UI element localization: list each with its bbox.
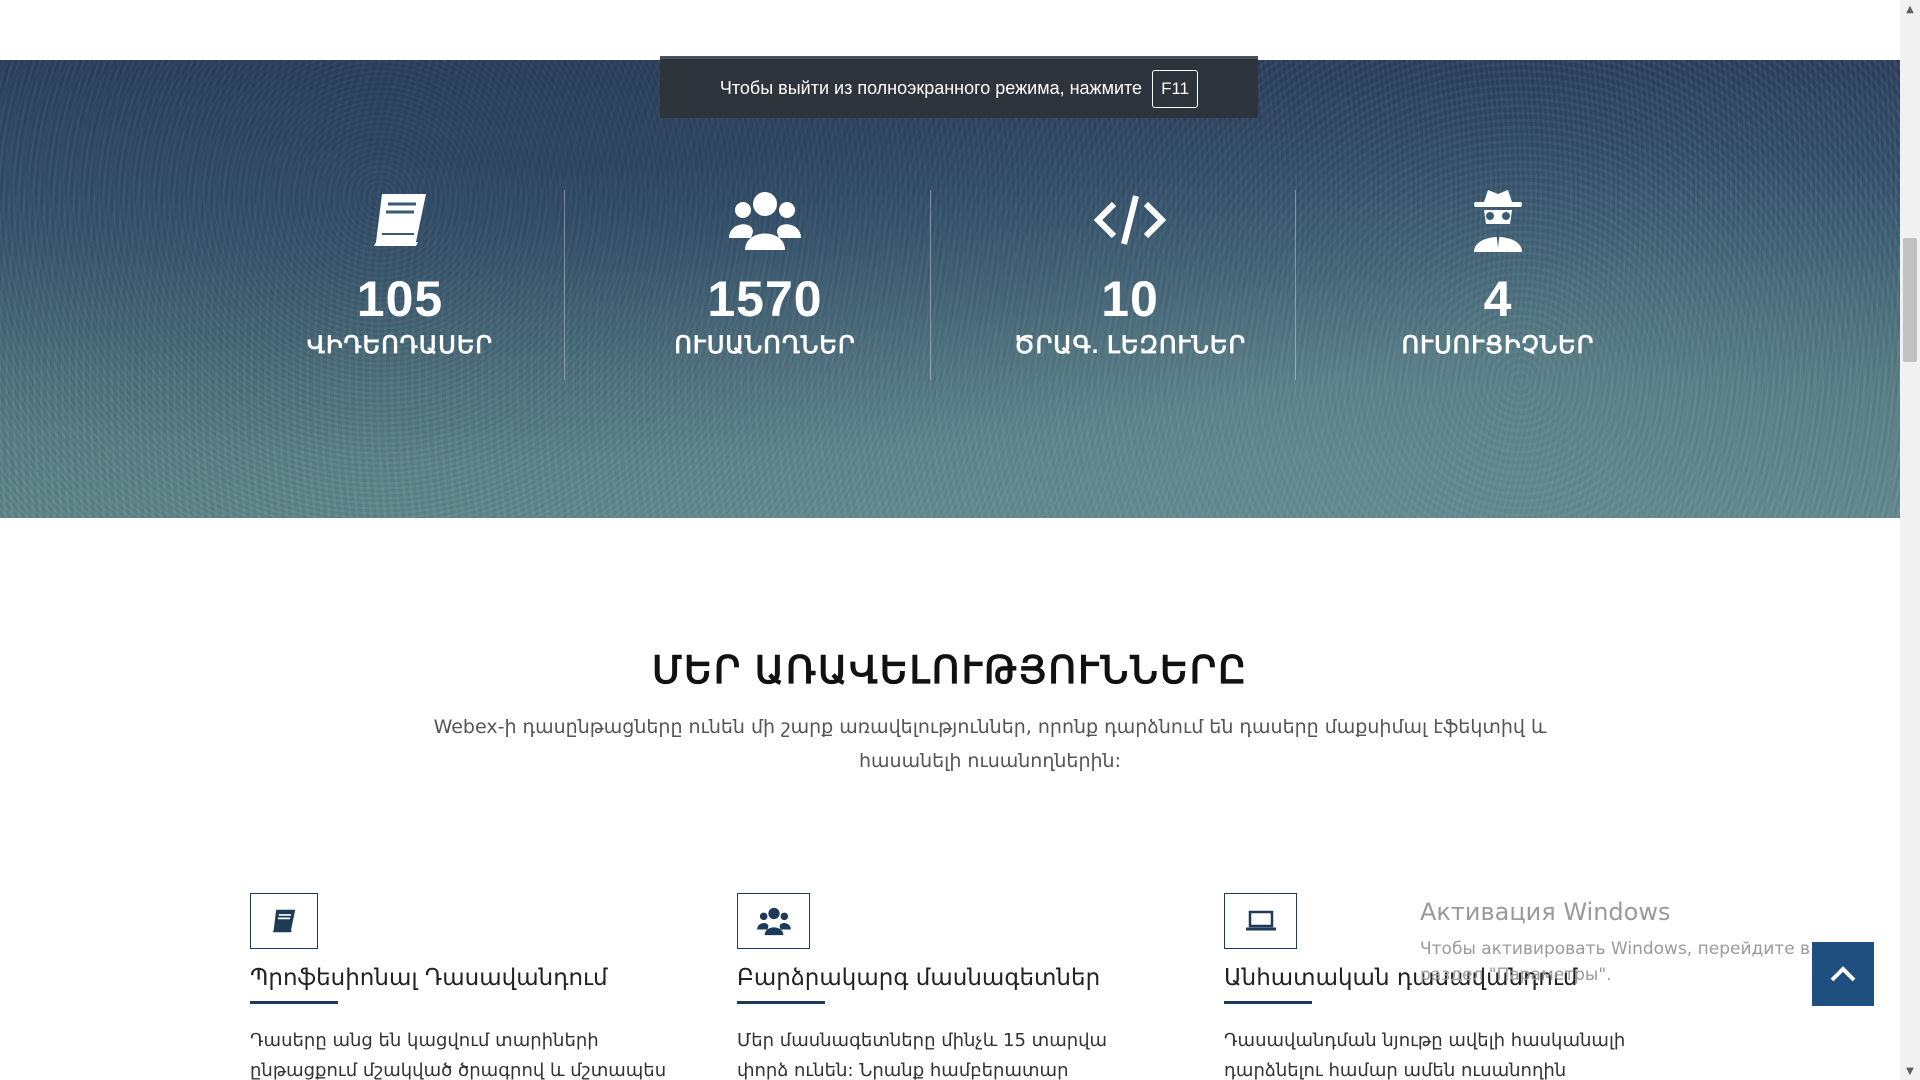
stat-number: 10 <box>1101 271 1159 327</box>
laptop-icon <box>1224 893 1297 949</box>
stat-number: 4 <box>1483 271 1513 327</box>
stats-section: 105 ՎԻԴԵՈԴԱՍԵՐ 1570 ՈՒՍԱՆՈՂՆԵՐ 10 ԾՐԱԳ. … <box>0 60 1900 518</box>
page: 105 ՎԻԴԵՈԴԱՍԵՐ 1570 ՈՒՍԱՆՈՂՆԵՐ 10 ԾՐԱԳ. … <box>0 0 1900 1080</box>
card-text: Մեր մասնագետները մինչև 15 տարվա փորձ ուն… <box>737 1030 1108 1080</box>
section-title: ՄԵՐ ԱՌԱՎԵԼՈՒԹՅՈՒՆՆԵՐԸ <box>651 650 1248 692</box>
title-underline <box>737 1001 825 1004</box>
stat-divider <box>564 190 565 380</box>
vertical-scrollbar[interactable]: ▲ ▼ <box>1900 0 1920 1080</box>
windows-activation-text: Чтобы активировать Windows, перейдите в … <box>1420 939 1811 985</box>
users-icon <box>585 185 945 255</box>
scroll-down-arrow-icon[interactable]: ▼ <box>1900 1062 1920 1080</box>
spy-icon <box>1318 185 1678 255</box>
section-subtitle: Webex-ի դասընթացները ունեն մի շարք առավե… <box>433 716 1547 772</box>
stat-videos: 105 ՎԻԴԵՈԴԱՍԵՐ <box>220 185 580 361</box>
card-text: Դասավանդման նյութը ավելի հասկանալի դարձն… <box>1224 1030 1626 1080</box>
card-text: Դասերը անց են կացվում տարիների ընթացքում… <box>250 1030 667 1080</box>
fullscreen-exit-notice: Чтобы выйти из полноэкранного режима, на… <box>660 56 1258 118</box>
chevron-up-icon <box>1830 966 1856 982</box>
title-underline <box>250 1001 338 1004</box>
stat-teachers: 4 ՈՒՍՈՒՑԻՉՆԵՐ <box>1318 185 1678 361</box>
fullscreen-notice-text: Чтобы выйти из полноэкранного режима, на… <box>719 78 1143 98</box>
users-icon <box>737 893 810 949</box>
stat-number: 1570 <box>707 271 823 327</box>
stat-divider <box>930 190 931 380</box>
stat-label: ՈՒՍԱՆՈՂՆԵՐ <box>674 332 856 359</box>
stat-divider <box>1295 190 1296 380</box>
advantage-card: Պրոֆեսիոնալ Դասավանդում Դասերը անց են կա… <box>250 893 670 1080</box>
windows-activation-watermark: Активация Windows Чтобы активировать Win… <box>1420 898 1860 988</box>
title-underline <box>1224 1001 1312 1004</box>
scroll-to-top-button[interactable] <box>1812 942 1874 1006</box>
stat-label: ՈՒՍՈՒՑԻՉՆԵՐ <box>1401 332 1595 359</box>
stat-label: ԾՐԱԳ. ԼԵԶՈՒՆԵՐ <box>1013 332 1247 359</box>
stat-students: 1570 ՈՒՍԱՆՈՂՆԵՐ <box>585 185 945 361</box>
scroll-up-arrow-icon[interactable]: ▲ <box>1900 0 1920 18</box>
f11-key: F11 <box>1152 69 1199 108</box>
card-title: Բարձրակարգ մասնագետներ <box>737 965 1101 991</box>
advantage-card: Բարձրակարգ մասնագետներ Մեր մասնագետները … <box>737 893 1157 1080</box>
code-icon <box>950 185 1310 255</box>
stat-languages: 10 ԾՐԱԳ. ԼԵԶՈՒՆԵՐ <box>950 185 1310 361</box>
windows-activation-title: Активация Windows <box>1420 898 1671 926</box>
book-icon <box>250 893 318 949</box>
scrollbar-thumb[interactable] <box>1903 238 1917 362</box>
stat-label: ՎԻԴԵՈԴԱՍԵՐ <box>306 332 494 359</box>
stat-number: 105 <box>356 271 444 327</box>
card-title: Պրոֆեսիոնալ Դասավանդում <box>250 965 608 991</box>
book-icon <box>220 185 580 255</box>
